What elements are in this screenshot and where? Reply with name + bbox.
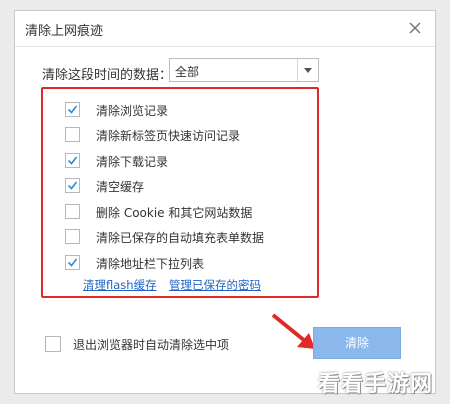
close-icon[interactable] xyxy=(405,18,425,38)
time-range-select[interactable]: 全部 xyxy=(169,58,319,82)
time-range-label: 清除这段时间的数据： xyxy=(42,68,173,83)
time-range-value: 全部 xyxy=(175,65,200,79)
option-label: 清除已保存的自动填充表单数据 xyxy=(96,231,265,245)
checkmark-icon xyxy=(67,156,78,165)
option-checkbox[interactable] xyxy=(65,229,80,244)
option-label: 清空缓存 xyxy=(96,180,145,194)
option-label: 清除浏览记录 xyxy=(96,104,169,118)
option-label: 删除 Cookie 和其它网站数据 xyxy=(96,206,253,220)
dialog-title: 清除上网痕迹 xyxy=(25,24,104,39)
clear-options-highlight: 清除浏览记录清除新标签页快速访问记录 清除下载记录 清空缓存删除 Cookie 和其… xyxy=(41,87,319,298)
title-bar: 清除上网痕迹 xyxy=(15,11,435,47)
option-checkbox[interactable] xyxy=(65,178,80,193)
manage-passwords-link[interactable]: 管理已保存的密码 xyxy=(169,277,261,293)
option-checkbox[interactable] xyxy=(65,255,80,270)
clear-option[interactable]: 清除已保存的自动填充表单数据 xyxy=(65,229,305,249)
red-arrow-icon xyxy=(271,313,315,349)
option-label: 清除新标签页快速访问记录 xyxy=(96,129,241,143)
dropdown-arrow-icon[interactable] xyxy=(297,59,318,81)
option-checkbox[interactable] xyxy=(65,153,80,168)
option-checkbox[interactable] xyxy=(65,127,80,142)
clear-option[interactable]: 清除地址栏下拉列表 xyxy=(65,255,305,275)
clear-flash-cache-link[interactable]: 清理flash缓存 xyxy=(83,277,157,293)
clear-button[interactable]: 清除 xyxy=(313,327,401,359)
option-label: 清除地址栏下拉列表 xyxy=(96,257,205,271)
clear-option[interactable]: 清除新标签页快速访问记录 xyxy=(65,127,305,147)
checkmark-icon xyxy=(67,181,78,190)
auto-clear-label: 退出浏览器时自动清除选中项 xyxy=(73,338,230,352)
clear-option[interactable]: 删除 Cookie 和其它网站数据 xyxy=(65,204,305,224)
option-label: 清除下载记录 xyxy=(96,155,169,169)
watermark-logo: 看看手游网 xyxy=(318,372,434,397)
checkmark-icon xyxy=(67,258,78,267)
checkmark-icon xyxy=(67,105,78,114)
option-checkbox[interactable] xyxy=(65,204,80,219)
clear-option[interactable]: 清空缓存 xyxy=(65,178,305,198)
clear-option[interactable]: 清除下载记录 xyxy=(65,153,305,173)
option-checkbox[interactable] xyxy=(65,102,80,117)
clear-option[interactable]: 清除浏览记录 xyxy=(65,102,305,122)
auto-clear-checkbox[interactable] xyxy=(45,336,61,352)
clear-browsing-dialog: 清除上网痕迹 清除这段时间的数据： 全部 清除浏览记录 清除新标签页快速访问记录清… xyxy=(14,10,436,394)
